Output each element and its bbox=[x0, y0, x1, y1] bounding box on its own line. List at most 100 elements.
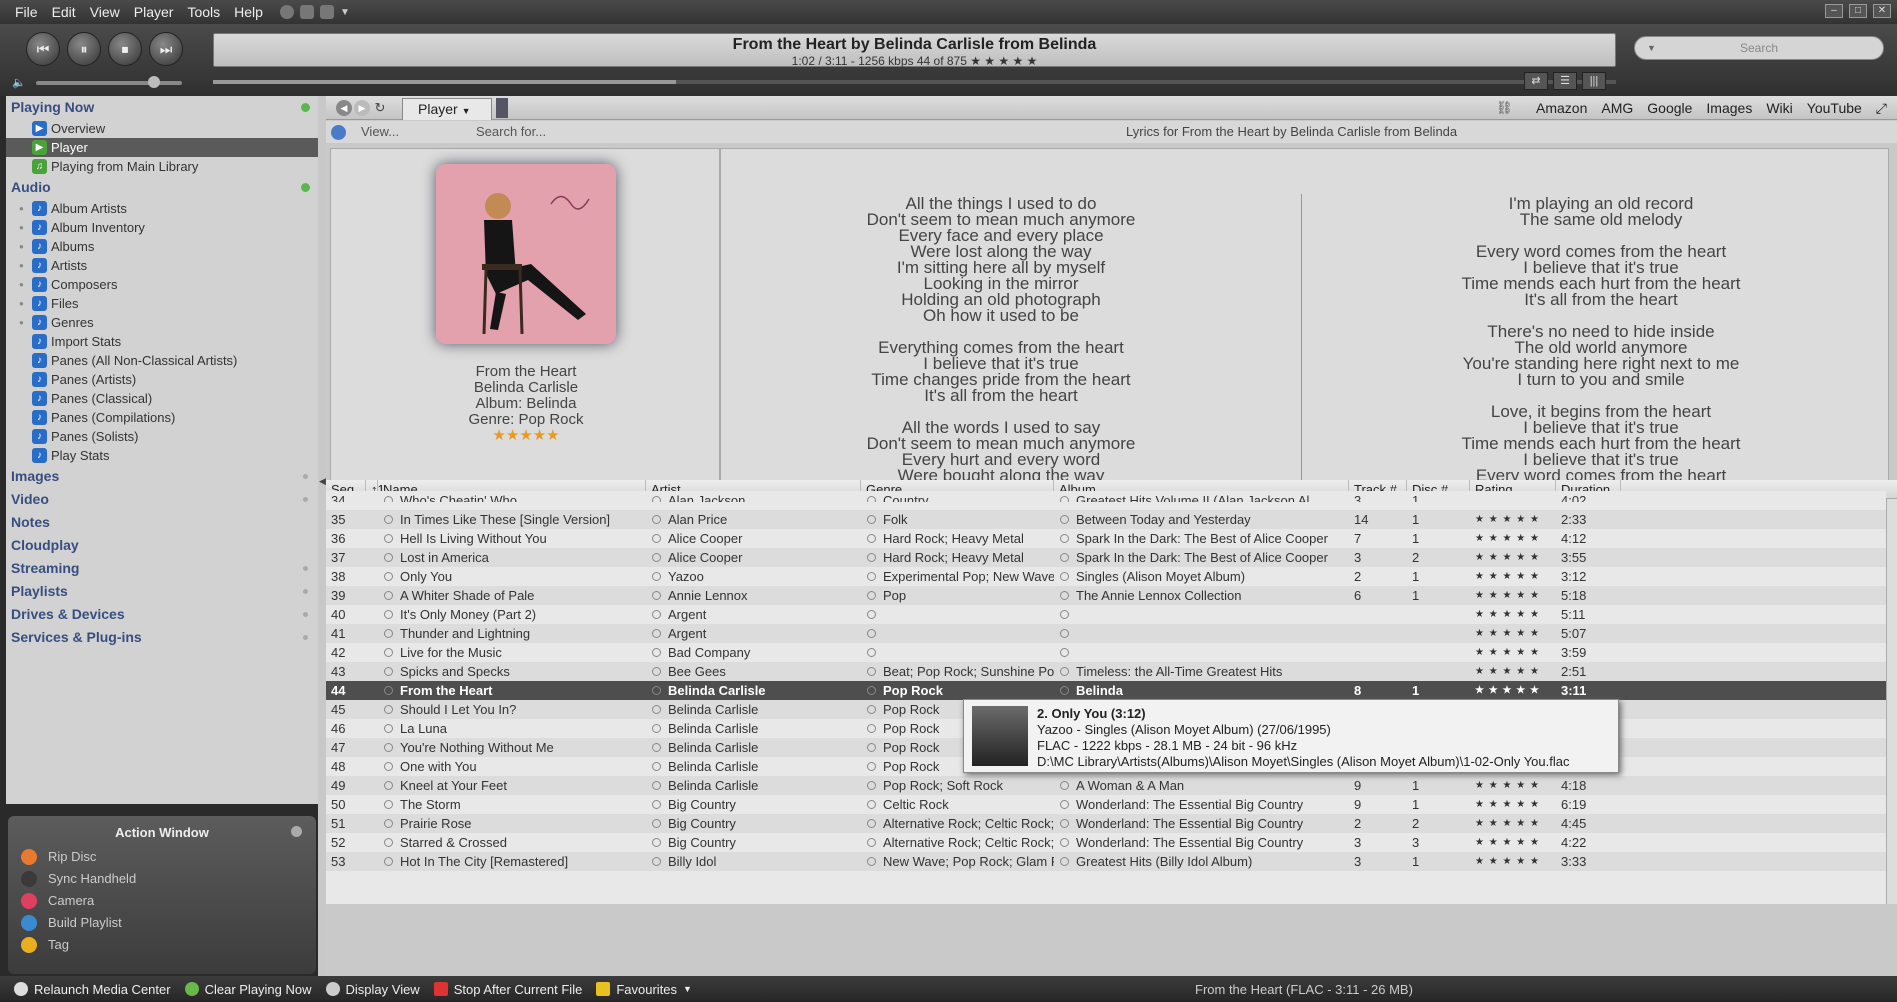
tab-handle[interactable] bbox=[496, 98, 508, 118]
row-action-icon[interactable] bbox=[384, 743, 393, 752]
table-row[interactable]: 43 Spicks and Specks Bee Gees Beat; Pop Roc… bbox=[326, 662, 1886, 681]
sidebar-playlists[interactable]: Playlists bbox=[6, 580, 318, 603]
sidebar-drives-devices[interactable]: Drives & Devices bbox=[6, 603, 318, 626]
sidebar-item-player[interactable]: ▶ Player bbox=[6, 138, 318, 157]
table-row[interactable]: 38 Only You Yazoo Experimental Pop; New Wav… bbox=[326, 567, 1886, 586]
expand-icon[interactable]: ● bbox=[19, 199, 24, 218]
row-action-icon[interactable] bbox=[652, 610, 661, 619]
back-icon[interactable]: ◀ bbox=[336, 100, 352, 116]
sidebar-cloudplay[interactable]: Cloudplay bbox=[6, 534, 318, 557]
table-row[interactable]: 39 A Whiter Shade of Pale Annie Lennox Pop T… bbox=[326, 586, 1886, 605]
view-menu[interactable]: View... bbox=[361, 124, 399, 139]
row-action-icon[interactable] bbox=[1060, 800, 1069, 809]
meta-rating[interactable]: ★★★★★ bbox=[331, 428, 721, 444]
row-action-icon[interactable] bbox=[867, 781, 876, 790]
menu-help[interactable]: Help bbox=[227, 4, 270, 20]
stop-small-icon[interactable] bbox=[299, 5, 314, 19]
row-action-icon[interactable] bbox=[652, 857, 661, 866]
table-row[interactable]: 42 Live for the Music Bad Company ★ ★ ★ ★ ★… bbox=[326, 643, 1886, 662]
expand-icon[interactable]: ● bbox=[19, 313, 24, 332]
fullscreen-icon[interactable]: ⤢ bbox=[1876, 100, 1887, 117]
link-google[interactable]: Google bbox=[1647, 100, 1692, 117]
sidebar-item-overview[interactable]: ▶ Overview bbox=[6, 119, 318, 138]
row-action-icon[interactable] bbox=[652, 534, 661, 543]
row-action-icon[interactable] bbox=[867, 743, 876, 752]
row-action-icon[interactable] bbox=[1060, 553, 1069, 562]
row-action-icon[interactable] bbox=[384, 553, 393, 562]
row-action-icon[interactable] bbox=[1060, 534, 1069, 543]
sidebar-services-plug-ins[interactable]: Services & Plug-ins bbox=[6, 626, 318, 649]
row-action-icon[interactable] bbox=[384, 857, 393, 866]
sidebar-item-artists[interactable]: ● ♪ Artists bbox=[6, 256, 318, 275]
row-action-icon[interactable] bbox=[384, 667, 393, 676]
table-row[interactable]: 52 Starred & Crossed Big Country Alternativ… bbox=[326, 833, 1886, 852]
expand-icon[interactable]: ● bbox=[19, 256, 24, 275]
row-action-icon[interactable] bbox=[1060, 857, 1069, 866]
table-row[interactable]: 34 Who's Cheatin' Who Alan Jackson Country G… bbox=[326, 491, 1886, 502]
favourites-button[interactable]: Favourites ▼ bbox=[582, 982, 692, 997]
row-action-icon[interactable] bbox=[867, 610, 876, 619]
row-action-icon[interactable] bbox=[867, 762, 876, 771]
row-action-icon[interactable] bbox=[867, 534, 876, 543]
table-row[interactable]: 37 Lost in America Alice Cooper Hard Rock; … bbox=[326, 548, 1886, 567]
volume-slider[interactable] bbox=[36, 81, 182, 85]
sidebar-audio[interactable]: Audio bbox=[6, 176, 318, 199]
row-action-icon[interactable] bbox=[867, 724, 876, 733]
row-action-icon[interactable] bbox=[384, 686, 393, 695]
sidebar-item-panes-solists[interactable]: ♪ Panes (Solists) bbox=[6, 427, 318, 446]
row-action-icon[interactable] bbox=[652, 572, 661, 581]
link-youtube[interactable]: YouTube bbox=[1807, 100, 1862, 117]
row-action-icon[interactable] bbox=[1060, 610, 1069, 619]
row-action-icon[interactable] bbox=[652, 838, 661, 847]
view-mode-2-button[interactable]: ☰ bbox=[1553, 72, 1577, 90]
refresh-icon[interactable]: ↻ bbox=[372, 100, 388, 116]
view-mode-1-button[interactable]: ⇄ bbox=[1524, 72, 1548, 90]
action-camera[interactable]: Camera bbox=[8, 890, 316, 912]
row-action-icon[interactable] bbox=[867, 553, 876, 562]
row-action-icon[interactable] bbox=[384, 724, 393, 733]
link-amazon[interactable]: Amazon bbox=[1536, 100, 1587, 117]
stop-after-current-button[interactable]: Stop After Current File bbox=[420, 982, 582, 997]
table-row[interactable]: 36 Hell Is Living Without You Alice Cooper… bbox=[326, 529, 1886, 548]
row-action-icon[interactable] bbox=[867, 838, 876, 847]
row-action-icon[interactable] bbox=[867, 667, 876, 676]
row-action-icon[interactable] bbox=[384, 648, 393, 657]
row-action-icon[interactable] bbox=[1060, 572, 1069, 581]
menu-tools[interactable]: Tools bbox=[180, 4, 227, 20]
pause-button[interactable]: ⏸ bbox=[67, 32, 101, 66]
seek-bar[interactable] bbox=[213, 80, 1616, 84]
row-action-icon[interactable] bbox=[652, 705, 661, 714]
table-row[interactable]: 49 Kneel at Your Feet Belinda Carlisle Pop … bbox=[326, 776, 1886, 795]
relaunch-button[interactable]: Relaunch Media Center bbox=[0, 982, 171, 997]
row-action-icon[interactable] bbox=[384, 629, 393, 638]
sidebar-images[interactable]: Images bbox=[6, 465, 318, 488]
link-amg[interactable]: AMG bbox=[1601, 100, 1633, 117]
sidebar-item-play-stats[interactable]: ♪ Play Stats bbox=[6, 446, 318, 465]
row-action-icon[interactable] bbox=[867, 629, 876, 638]
stop-button[interactable]: ⏹ bbox=[108, 32, 142, 66]
sidebar-item-genres[interactable]: ● ♪ Genres bbox=[6, 313, 318, 332]
view-mode-3-button[interactable]: ||| bbox=[1582, 72, 1606, 90]
row-action-icon[interactable] bbox=[384, 496, 393, 502]
search-for-menu[interactable]: Search for... bbox=[476, 124, 546, 139]
row-action-icon[interactable] bbox=[1060, 667, 1069, 676]
row-action-icon[interactable] bbox=[384, 534, 393, 543]
action-tag[interactable]: Tag bbox=[8, 934, 316, 956]
row-action-icon[interactable] bbox=[867, 572, 876, 581]
row-action-icon[interactable] bbox=[384, 800, 393, 809]
row-action-icon[interactable] bbox=[1060, 819, 1069, 828]
row-action-icon[interactable] bbox=[384, 705, 393, 714]
volume-knob[interactable] bbox=[148, 76, 160, 88]
close-button[interactable]: ✕ bbox=[1873, 4, 1891, 18]
table-row[interactable]: 41 Thunder and Lightning Argent ★ ★ ★ ★ ★ 5:… bbox=[326, 624, 1886, 643]
previous-button[interactable]: ⏮ bbox=[26, 32, 60, 66]
action-rip-disc[interactable]: Rip Disc bbox=[8, 846, 316, 868]
link-images[interactable]: Images bbox=[1706, 100, 1752, 117]
expand-icon[interactable]: ● bbox=[19, 237, 24, 256]
row-action-icon[interactable] bbox=[652, 724, 661, 733]
next-button[interactable]: ⏭ bbox=[149, 32, 183, 66]
table-row[interactable]: 35 In Times Like These [Single Version] Al… bbox=[326, 510, 1886, 529]
row-action-icon[interactable] bbox=[384, 572, 393, 581]
row-action-icon[interactable] bbox=[652, 629, 661, 638]
star-menu-icon[interactable] bbox=[319, 5, 334, 19]
